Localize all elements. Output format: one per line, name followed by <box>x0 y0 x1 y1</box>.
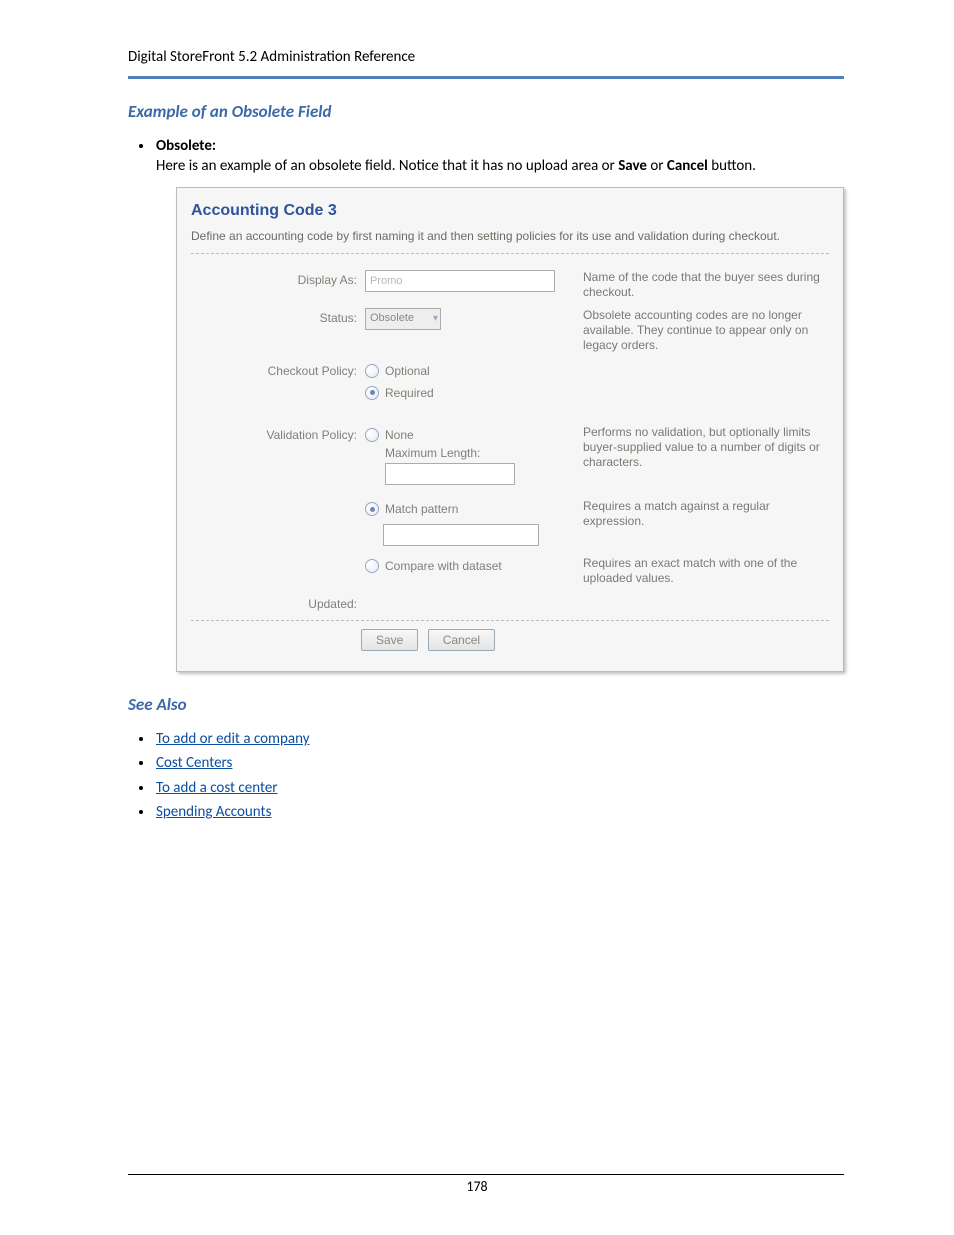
validation-policy-compare-dataset[interactable]: Compare with dataset <box>365 558 575 574</box>
obsolete-bullet: Obsolete: Here is an example of an obsol… <box>154 136 844 672</box>
radio-icon <box>365 386 379 400</box>
panel-description: Define an accounting code by first namin… <box>191 229 829 254</box>
cancel-button[interactable]: Cancel <box>428 629 495 651</box>
chevron-down-icon: ▾ <box>433 312 438 326</box>
validation-policy-match-pattern[interactable]: Match pattern <box>365 501 575 517</box>
link-add-cost-center[interactable]: To add a cost center <box>156 779 278 797</box>
status-label: Status: <box>195 308 365 326</box>
footer-divider <box>128 1174 844 1175</box>
see-also-item: Cost Centers <box>154 753 844 773</box>
see-also-item: To add or edit a company <box>154 729 844 749</box>
status-value: Obsolete <box>370 311 414 326</box>
radio-icon <box>365 559 379 573</box>
section-heading-see-also: See Also <box>128 694 844 715</box>
radio-label-none: None <box>385 428 414 442</box>
running-header: Digital StoreFront 5.2 Administration Re… <box>128 48 844 66</box>
radio-label-optional: Optional <box>385 363 430 379</box>
updated-label: Updated: <box>195 594 365 612</box>
display-as-label: Display As: <box>195 270 365 288</box>
checkout-policy-label: Checkout Policy: <box>195 361 365 379</box>
validation-policy-none[interactable]: None Maximum Length: <box>365 427 575 485</box>
panel-title: Accounting Code 3 <box>191 200 829 222</box>
status-select[interactable]: Obsolete ▾ <box>365 308 441 330</box>
link-cost-centers[interactable]: Cost Centers <box>156 754 232 772</box>
accounting-code-panel: Accounting Code 3 Define an accounting c… <box>176 187 844 673</box>
see-also-item: To add a cost center <box>154 778 844 798</box>
max-length-label: Maximum Length: <box>385 445 515 461</box>
validation-none-help: Performs no validation, but optionally l… <box>575 425 825 470</box>
status-help: Obsolete accounting codes are no longer … <box>575 308 825 353</box>
section-heading-obsolete-field: Example of an Obsolete Field <box>128 101 844 122</box>
radio-icon <box>365 502 379 516</box>
save-button[interactable]: Save <box>361 629 418 651</box>
radio-icon <box>365 428 379 442</box>
validation-compare-help: Requires an exact match with one of the … <box>575 556 825 586</box>
obsolete-label: Obsolete: <box>156 137 216 155</box>
see-also-item: Spending Accounts <box>154 802 844 822</box>
page-number: 178 <box>0 1178 954 1195</box>
obsolete-text: Here is an example of an obsolete field.… <box>156 157 756 175</box>
display-as-input[interactable] <box>365 270 555 292</box>
radio-icon <box>365 364 379 378</box>
display-as-help: Name of the code that the buyer sees dur… <box>575 270 825 300</box>
checkout-policy-required[interactable]: Required <box>365 385 575 401</box>
radio-label-compare: Compare with dataset <box>385 558 502 574</box>
header-divider <box>128 76 844 79</box>
max-length-input[interactable] <box>385 463 515 485</box>
link-spending-accounts[interactable]: Spending Accounts <box>156 803 271 821</box>
match-pattern-input[interactable] <box>383 524 539 546</box>
validation-policy-label: Validation Policy: <box>195 425 365 443</box>
validation-match-help: Requires a match against a regular expre… <box>575 499 825 529</box>
link-add-edit-company[interactable]: To add or edit a company <box>156 730 310 748</box>
radio-label-match: Match pattern <box>385 501 458 517</box>
radio-label-required: Required <box>385 385 434 401</box>
checkout-policy-optional[interactable]: Optional <box>365 363 575 379</box>
